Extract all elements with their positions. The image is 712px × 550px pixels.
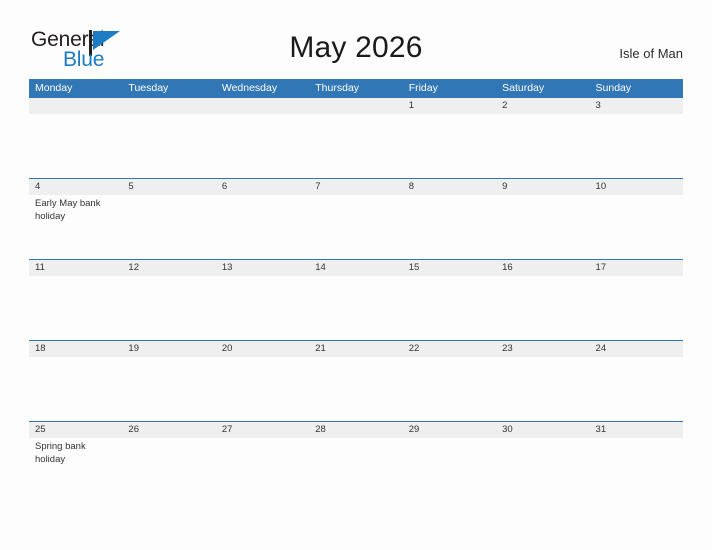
day-event[interactable] [216,195,309,259]
week-event-band [29,114,683,178]
day-event[interactable] [590,276,683,340]
day-number[interactable] [309,98,402,114]
weekday-header-sunday: Sunday [595,82,632,94]
day-number[interactable]: 18 [29,341,122,357]
day-event[interactable] [590,438,683,502]
day-event[interactable] [590,195,683,259]
week-date-band: 11 12 13 14 15 16 17 [29,259,683,276]
day-event[interactable] [122,276,215,340]
region-label: Isle of Man [619,46,683,61]
day-number[interactable]: 31 [590,422,683,438]
day-event[interactable] [403,276,496,340]
day-number[interactable]: 27 [216,422,309,438]
calendar-table: Monday Tuesday Wednesday Thursday Friday… [29,79,683,502]
week-event-band [29,276,683,340]
weekday-header-monday: Monday [35,82,73,94]
day-number[interactable] [216,98,309,114]
day-number[interactable]: 26 [122,422,215,438]
page-title: May 2026 [289,31,423,64]
day-number[interactable]: 24 [590,341,683,357]
day-event[interactable] [496,357,589,421]
day-number[interactable]: 21 [309,341,402,357]
week-date-band: 25 26 27 28 29 30 31 [29,421,683,438]
day-number[interactable]: 11 [29,260,122,276]
day-number[interactable]: 19 [122,341,215,357]
week-date-band: 4 5 6 7 8 9 10 [29,178,683,195]
day-number[interactable]: 13 [216,260,309,276]
calendar-week-row: 4 5 6 7 8 9 10 Early May bank holiday [29,178,683,259]
day-number[interactable]: 16 [496,260,589,276]
day-number[interactable]: 25 [29,422,122,438]
day-number[interactable]: 12 [122,260,215,276]
weekday-header-tuesday: Tuesday [128,82,169,94]
day-number[interactable]: 15 [403,260,496,276]
week-date-band: 1 2 3 [29,97,683,114]
day-event[interactable]: Spring bank holiday [29,438,122,502]
day-number[interactable]: 7 [309,179,402,195]
day-event[interactable] [496,195,589,259]
day-event[interactable] [216,438,309,502]
day-event[interactable] [309,357,402,421]
day-event[interactable] [403,114,496,178]
day-number[interactable]: 22 [403,341,496,357]
day-event[interactable] [309,276,402,340]
day-event[interactable] [403,195,496,259]
day-number[interactable]: 23 [496,341,589,357]
day-number[interactable]: 20 [216,341,309,357]
day-event[interactable] [496,276,589,340]
day-number[interactable]: 2 [496,98,589,114]
day-event[interactable] [403,357,496,421]
weekday-header-saturday: Saturday [502,82,545,94]
week-date-band: 18 19 20 21 22 23 24 [29,340,683,357]
week-event-band [29,357,683,421]
weekday-header-wednesday: Wednesday [221,82,278,94]
day-event[interactable] [590,357,683,421]
day-event[interactable] [309,114,402,178]
day-number[interactable]: 10 [590,179,683,195]
day-number[interactable]: 1 [403,98,496,114]
day-event[interactable] [496,114,589,178]
day-number[interactable]: 30 [496,422,589,438]
day-event[interactable] [122,357,215,421]
day-number[interactable]: 3 [590,98,683,114]
day-number[interactable]: 5 [122,179,215,195]
day-event[interactable] [309,195,402,259]
weekday-header-row: Monday Tuesday Wednesday Thursday Friday… [29,79,683,97]
day-event[interactable] [216,357,309,421]
day-number[interactable]: 4 [29,179,122,195]
calendar-week-row: 1 2 3 [29,97,683,178]
day-event[interactable] [29,276,122,340]
day-number[interactable]: 29 [403,422,496,438]
day-number[interactable]: 6 [216,179,309,195]
calendar-week-row: 18 19 20 21 22 23 24 [29,340,683,421]
calendar-week-row: 25 26 27 28 29 30 31 Spring bank holiday [29,421,683,502]
day-event[interactable] [216,276,309,340]
day-event[interactable] [590,114,683,178]
calendar-week-row: 11 12 13 14 15 16 17 [29,259,683,340]
day-event[interactable] [216,114,309,178]
day-event[interactable] [122,114,215,178]
day-event[interactable] [309,438,402,502]
day-number[interactable]: 9 [496,179,589,195]
day-event[interactable] [29,357,122,421]
day-number[interactable]: 28 [309,422,402,438]
day-event[interactable] [403,438,496,502]
page-header: General Blue May 2026 Isle of Man [0,0,712,79]
weekday-header-friday: Friday [408,82,438,94]
week-event-band: Early May bank holiday [29,195,683,259]
day-event[interactable] [122,438,215,502]
day-event[interactable] [122,195,215,259]
day-number[interactable]: 14 [309,260,402,276]
day-number[interactable]: 8 [403,179,496,195]
day-number[interactable] [122,98,215,114]
week-event-band: Spring bank holiday [29,438,683,502]
day-number[interactable]: 17 [590,260,683,276]
day-number[interactable] [29,98,122,114]
weekday-header-thursday: Thursday [315,82,360,94]
day-event[interactable]: Early May bank holiday [29,195,122,259]
day-event[interactable] [496,438,589,502]
calendar-page: General Blue May 2026 Isle of Man Monday… [0,0,712,550]
day-event[interactable] [29,114,122,178]
